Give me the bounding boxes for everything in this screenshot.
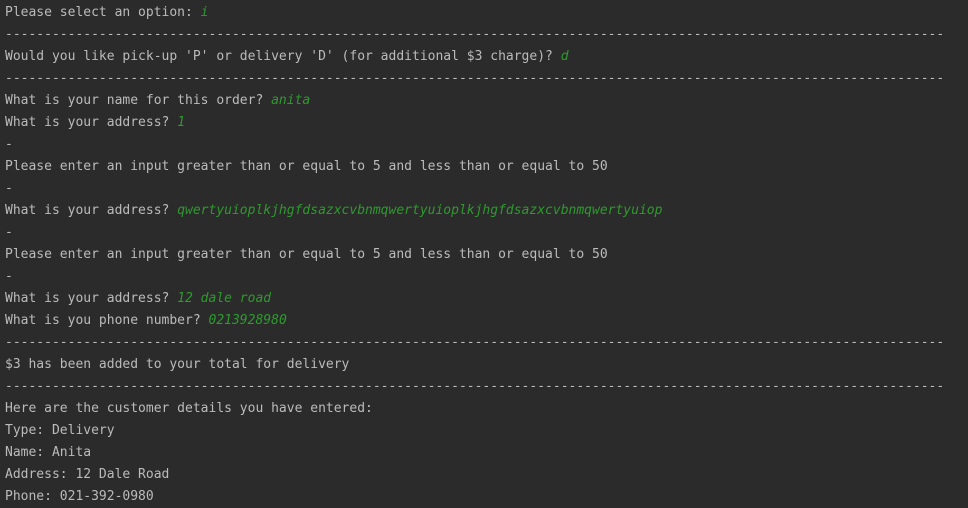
prompt-text: Type: Delivery <box>5 423 115 438</box>
prompt-text: What is your address? <box>5 203 178 218</box>
console-line: What is you phone number? 0213928980 <box>5 310 968 332</box>
prompt-text: - <box>5 137 13 152</box>
user-input-text: 0213928980 <box>208 313 287 328</box>
console-line: What is your name for this order? anita <box>5 90 968 112</box>
separator-line: ----------------------------------------… <box>5 71 945 86</box>
prompt-text: Name: Anita <box>5 445 92 460</box>
console-line: - <box>5 134 968 156</box>
separator-line: ----------------------------------------… <box>5 335 945 350</box>
console-line: What is your address? 1 <box>5 112 968 134</box>
console-line: What is your address? 12 dale road <box>5 288 968 310</box>
console-line: Name: Anita <box>5 442 968 464</box>
console-line: Please select an option: i <box>5 2 968 24</box>
user-input-text: d <box>560 49 569 64</box>
prompt-text: Here are the customer details you have e… <box>5 401 373 416</box>
user-input-text: 1 <box>177 115 186 130</box>
prompt-text: Would you like pick-up 'P' or delivery '… <box>5 49 561 64</box>
console-line: $3 has been added to your total for deli… <box>5 354 968 376</box>
prompt-text: What is your address? <box>5 115 178 130</box>
user-input-text: i <box>200 5 209 20</box>
prompt-text: - <box>5 181 13 196</box>
console-line: - <box>5 178 968 200</box>
console-line: Phone: 021-392-0980 <box>5 486 968 508</box>
console-line: What is your address? qwertyuioplkjhgfds… <box>5 200 968 222</box>
validation-message: Please enter an input greater than or eq… <box>5 156 968 178</box>
console-line: Would you like pick-up 'P' or delivery '… <box>5 46 968 68</box>
console-line: Here are the customer details you have e… <box>5 398 968 420</box>
prompt-text: What is your address? <box>5 291 178 306</box>
separator-line: ----------------------------------------… <box>5 27 945 42</box>
prompt-text: - <box>5 269 13 284</box>
prompt-text: Please enter an input greater than or eq… <box>5 159 608 174</box>
prompt-text: What is you phone number? <box>5 313 209 328</box>
user-input-text: 12 dale road <box>177 291 272 306</box>
console-line: Type: Delivery <box>5 420 968 442</box>
console-line: Address: 12 Dale Road <box>5 464 968 486</box>
prompt-text: Please select an option: <box>5 5 201 20</box>
console-line: - <box>5 222 968 244</box>
console-line: - <box>5 266 968 288</box>
user-input-text: qwertyuioplkjhgfdsazxcvbnmqwertyuioplkjh… <box>177 203 663 218</box>
prompt-text: Phone: 021-392-0980 <box>5 489 154 504</box>
validation-message: Please enter an input greater than or eq… <box>5 244 968 266</box>
prompt-text: Please enter an input greater than or eq… <box>5 247 608 262</box>
prompt-text: What is your name for this order? <box>5 93 272 108</box>
prompt-text: - <box>5 225 13 240</box>
prompt-text: Address: 12 Dale Road <box>5 467 170 482</box>
console-output[interactable]: Please select an option: i -------------… <box>0 0 968 508</box>
prompt-text: $3 has been added to your total for deli… <box>5 357 350 372</box>
user-input-text: anita <box>271 93 311 108</box>
separator-line: ----------------------------------------… <box>5 379 945 394</box>
